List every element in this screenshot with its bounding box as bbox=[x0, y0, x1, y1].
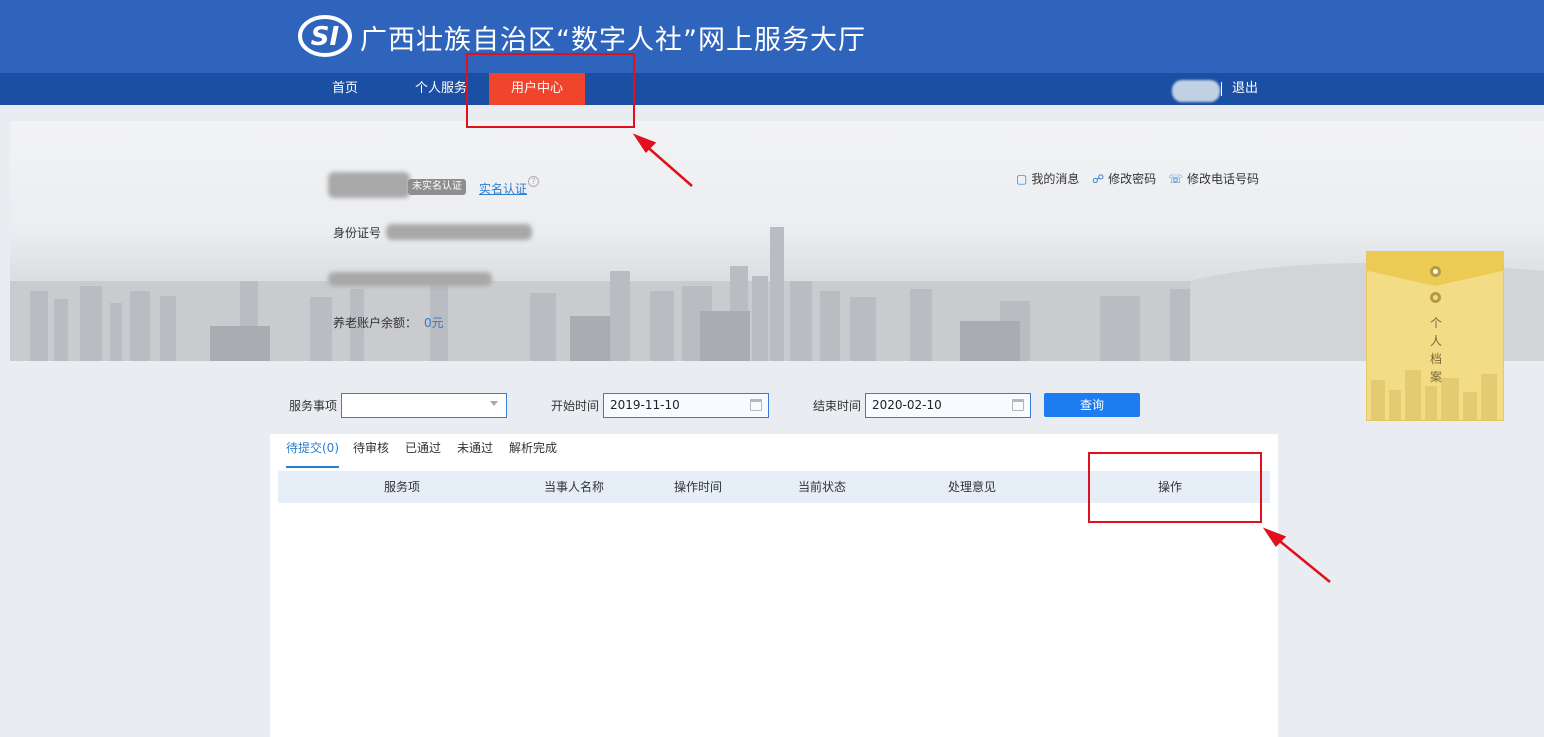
arrow-line bbox=[1275, 537, 1331, 583]
annotation-arrows bbox=[632, 133, 1331, 583]
arrow-line bbox=[643, 143, 693, 187]
